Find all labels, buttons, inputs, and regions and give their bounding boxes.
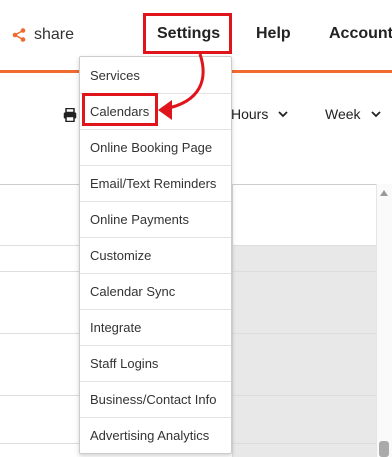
annotation-arrow-icon bbox=[158, 53, 205, 120]
share-button[interactable]: share bbox=[12, 25, 74, 45]
calendar-column-divider bbox=[232, 184, 233, 457]
nav-help[interactable]: Help bbox=[256, 24, 291, 44]
chevron-down-icon bbox=[370, 111, 381, 118]
settings-highlight-box bbox=[143, 13, 232, 54]
week-dropdown-label: Week bbox=[325, 106, 361, 122]
menu-item-customize[interactable]: Customize bbox=[80, 237, 231, 273]
vertical-scrollbar[interactable] bbox=[376, 184, 392, 457]
menu-item-online-payments[interactable]: Online Payments bbox=[80, 201, 231, 237]
hours-dropdown[interactable]: Hours bbox=[231, 106, 288, 122]
menu-item-email-text-reminders[interactable]: Email/Text Reminders bbox=[80, 165, 231, 201]
print-icon[interactable] bbox=[63, 108, 77, 122]
menu-item-online-booking-page[interactable]: Online Booking Page bbox=[80, 129, 231, 165]
week-dropdown[interactable]: Week bbox=[325, 106, 381, 122]
calendars-highlight-box bbox=[82, 93, 158, 126]
chevron-down-icon bbox=[278, 111, 288, 118]
menu-item-calendar-sync[interactable]: Calendar Sync bbox=[80, 273, 231, 309]
menu-item-staff-logins[interactable]: Staff Logins bbox=[80, 345, 231, 381]
nav-account[interactable]: Account bbox=[329, 24, 392, 44]
hours-dropdown-label: Hours bbox=[231, 106, 269, 122]
menu-item-integrate[interactable]: Integrate bbox=[80, 309, 231, 345]
scrollbar-thumb[interactable] bbox=[379, 441, 389, 457]
scroll-up-arrow-icon[interactable] bbox=[380, 190, 388, 196]
menu-item-advertising-analytics[interactable]: Advertising Analytics bbox=[80, 417, 231, 453]
share-icon bbox=[12, 28, 26, 42]
calendar-unavailable-area bbox=[232, 245, 376, 457]
share-label: share bbox=[34, 26, 75, 43]
menu-item-business-contact-info[interactable]: Business/Contact Info bbox=[80, 381, 231, 417]
scheduler-page: share Settings Help Account Hours Week S… bbox=[0, 0, 392, 457]
